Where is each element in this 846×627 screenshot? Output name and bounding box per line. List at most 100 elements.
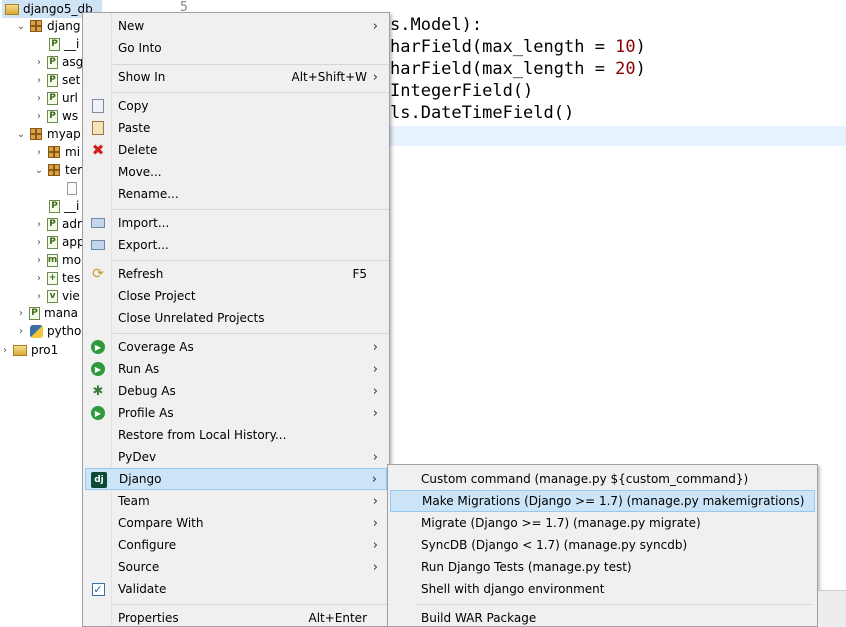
code-line[interactable]: ls.DateTimeField()	[390, 103, 574, 123]
menu-item-move[interactable]: Move...	[85, 161, 387, 183]
collapse-arrow-icon[interactable]: ›	[34, 93, 44, 104]
menu-item-new[interactable]: New ›	[85, 15, 387, 37]
code-text: s.Model):	[390, 15, 483, 35]
menu-label: Close Project	[118, 289, 196, 303]
collapse-arrow-icon[interactable]: ›	[16, 308, 26, 319]
collapse-arrow-icon[interactable]: ›	[34, 111, 44, 122]
django-submenu: Custom command (manage.py ${custom_comma…	[387, 464, 818, 627]
submenu-arrow-icon: ›	[372, 405, 378, 421]
menu-label: Profile As	[118, 406, 174, 420]
collapse-arrow-icon[interactable]: ›	[34, 75, 44, 86]
menu-item-team[interactable]: Team ›	[85, 490, 387, 512]
tree-item-vie[interactable]: › v vie	[34, 287, 80, 305]
tree-item-init-2[interactable]: P __i	[46, 197, 79, 215]
menu-item-profile-as[interactable]: ▶ Profile As ›	[85, 402, 387, 424]
tree-item-init[interactable]: P __i	[46, 35, 79, 53]
menu-item-close-unrelated[interactable]: Close Unrelated Projects	[85, 307, 387, 329]
tree-item-tes[interactable]: › + tes	[34, 269, 80, 287]
menu-item-debug-as[interactable]: ✱ Debug As ›	[85, 380, 387, 402]
collapse-arrow-icon[interactable]: ›	[34, 219, 44, 230]
collapse-arrow-icon[interactable]: ›	[34, 273, 44, 284]
debug-icon: ✱	[92, 383, 104, 399]
tree-item-file[interactable]	[62, 179, 83, 197]
menu-item-pydev[interactable]: PyDev ›	[85, 446, 387, 468]
menu-item-show-in[interactable]: Show In Alt+Shift+W ›	[85, 66, 387, 88]
submenu-arrow-icon: ›	[371, 471, 377, 487]
tree-item-pro1[interactable]: › pro1	[0, 341, 58, 359]
collapse-arrow-icon[interactable]: ›	[34, 57, 44, 68]
tree-item-label: mana	[44, 306, 79, 320]
code-line[interactable]: harField(max_length = 20)	[390, 59, 646, 79]
menu-item-import[interactable]: Import...	[85, 212, 387, 234]
project-icon	[13, 344, 27, 356]
menu-label: Compare With	[118, 516, 204, 530]
python-file-icon: +	[47, 271, 58, 285]
code-line[interactable]: s.Model):	[390, 15, 482, 35]
collapse-arrow-icon[interactable]: ›	[34, 147, 44, 158]
menu-label: Show In	[118, 70, 166, 84]
submenu-item-custom-command[interactable]: Custom command (manage.py ${custom_comma…	[390, 468, 815, 490]
menu-label: Build WAR Package	[421, 611, 537, 625]
menu-item-run-as[interactable]: ▶ Run As ›	[85, 358, 387, 380]
menu-separator	[113, 209, 389, 210]
menu-item-copy[interactable]: Copy	[85, 95, 387, 117]
menu-item-validate[interactable]: ✓ Validate	[85, 578, 387, 600]
tree-item-ter[interactable]: ⌄ ter	[34, 161, 82, 179]
tree-item-ws[interactable]: › P ws	[34, 107, 78, 125]
tree-item-set[interactable]: › P set	[34, 71, 80, 89]
menu-item-refresh[interactable]: ⟳ Refresh F5	[85, 263, 387, 285]
tree-item-mana[interactable]: › P mana	[16, 304, 78, 322]
submenu-item-build-war[interactable]: Build WAR Package	[390, 607, 815, 627]
tree-item-label: myap	[47, 127, 81, 141]
collapse-arrow-icon[interactable]: ›	[34, 291, 44, 302]
menu-item-paste[interactable]: Paste	[85, 117, 387, 139]
submenu-item-run-tests[interactable]: Run Django Tests (manage.py test)	[390, 556, 815, 578]
tree-item-myap[interactable]: ⌄ myap	[16, 125, 81, 143]
menu-accelerator: F5	[352, 267, 367, 281]
tree-item-mi[interactable]: › mi	[34, 143, 80, 161]
python-file-icon: P	[29, 306, 40, 320]
submenu-item-migrate[interactable]: Migrate (Django >= 1.7) (manage.py migra…	[390, 512, 815, 534]
collapse-arrow-icon[interactable]: ›	[16, 326, 26, 337]
current-line-highlight	[390, 126, 846, 146]
python-file-icon: P	[47, 109, 58, 123]
python-file-icon: P	[47, 217, 58, 231]
menu-item-properties[interactable]: Properties Alt+Enter	[85, 607, 387, 627]
expand-icon[interactable]: ⌄	[16, 21, 26, 32]
menu-item-close-project[interactable]: Close Project	[85, 285, 387, 307]
context-menu: New › Go Into Show In Alt+Shift+W › Copy…	[82, 12, 390, 627]
menu-item-coverage-as[interactable]: ▶ Coverage As ›	[85, 336, 387, 358]
menu-item-source[interactable]: Source ›	[85, 556, 387, 578]
code-number: 10	[615, 37, 636, 57]
tree-item-label: mi	[65, 145, 81, 159]
tree-item-app[interactable]: › P app	[34, 233, 85, 251]
menu-label: Import...	[118, 216, 170, 230]
submenu-item-shell[interactable]: Shell with django environment	[390, 578, 815, 600]
code-line[interactable]: harField(max_length = 10)	[390, 37, 646, 57]
code-line[interactable]: IntegerField()	[390, 81, 533, 101]
collapse-arrow-icon[interactable]: ›	[34, 237, 44, 248]
tree-item-djang[interactable]: ⌄ djang	[16, 17, 81, 35]
menu-item-rename[interactable]: Rename...	[85, 183, 387, 205]
menu-item-go-into[interactable]: Go Into	[85, 37, 387, 59]
menu-item-delete[interactable]: ✖ Delete	[85, 139, 387, 161]
tree-item-asg[interactable]: › P asg	[34, 53, 83, 71]
collapse-arrow-icon[interactable]: ›	[34, 255, 44, 266]
menu-item-configure[interactable]: Configure ›	[85, 534, 387, 556]
tree-item-adr[interactable]: › P adr	[34, 215, 82, 233]
menu-item-django[interactable]: dj Django ›	[85, 468, 387, 490]
menu-label: Paste	[118, 121, 151, 135]
tree-item-mo[interactable]: › m mo	[34, 251, 81, 269]
package-icon	[48, 146, 60, 158]
menu-item-restore-history[interactable]: Restore from Local History...	[85, 424, 387, 446]
menu-item-compare-with[interactable]: Compare With ›	[85, 512, 387, 534]
submenu-item-make-migrations[interactable]: Make Migrations (Django >= 1.7) (manage.…	[390, 490, 815, 512]
submenu-item-syncdb[interactable]: SyncDB (Django < 1.7) (manage.py syncdb)	[390, 534, 815, 556]
tree-item-url[interactable]: › P url	[34, 89, 78, 107]
menu-item-export[interactable]: Export...	[85, 234, 387, 256]
tree-item-pytho[interactable]: › pytho	[16, 322, 81, 340]
expand-icon[interactable]: ⌄	[34, 165, 44, 176]
expand-icon[interactable]: ⌄	[16, 129, 26, 140]
collapse-arrow-icon[interactable]: ›	[0, 345, 10, 356]
menu-label: PyDev	[118, 450, 157, 464]
